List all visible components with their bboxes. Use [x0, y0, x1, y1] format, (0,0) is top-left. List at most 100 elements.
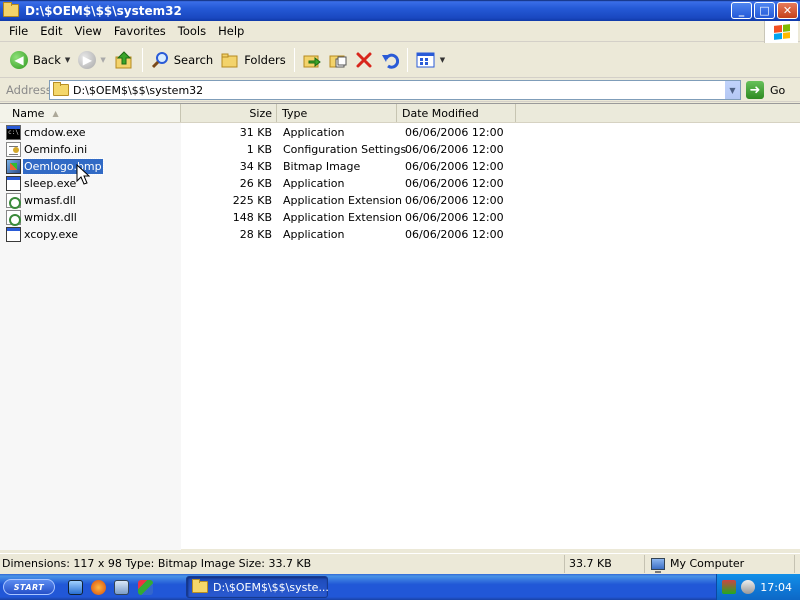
file-type: Bitmap Image: [283, 160, 361, 173]
forward-button[interactable]: ▶ ▼: [74, 46, 109, 74]
quicklaunch-app-icon[interactable]: [136, 578, 154, 596]
address-path[interactable]: D:\$OEM$\$$\system32: [73, 84, 203, 97]
maximize-button[interactable]: □: [754, 2, 775, 19]
address-label: Address: [6, 83, 52, 97]
status-details: Dimensions: 117 x 98 Type: Bitmap Image …: [0, 554, 565, 573]
tray-network-icon[interactable]: [722, 580, 736, 594]
file-list[interactable]: Name ▲ Size Type Date Modified cmdow.exe…: [0, 103, 800, 550]
column-header-name[interactable]: Name ▲: [0, 104, 181, 122]
copy-to-button[interactable]: [325, 46, 351, 74]
file-name-cell[interactable]: wmidx.dll: [0, 210, 181, 226]
dll-extension-icon: [6, 193, 21, 209]
column-type-label: Type: [282, 106, 308, 120]
column-header-date[interactable]: Date Modified: [397, 104, 516, 122]
tray-volume-icon[interactable]: [741, 580, 755, 594]
column-date-label: Date Modified: [402, 106, 479, 120]
file-name[interactable]: Oemlogo.bmp: [22, 158, 104, 175]
file-name[interactable]: sleep.exe: [23, 176, 77, 191]
folder-icon: [53, 82, 69, 96]
column-header-size[interactable]: Size: [181, 104, 277, 122]
address-bar: Address D:\$OEM$\$$\system32 ▼ ➜ Go: [0, 79, 800, 102]
file-name[interactable]: xcopy.exe: [23, 227, 79, 242]
windows-logo: [764, 21, 798, 43]
settings-file-icon: [6, 142, 21, 157]
toolbar-separator: [141, 48, 143, 72]
folders-icon: [221, 53, 238, 68]
menu-file[interactable]: File: [3, 22, 34, 40]
taskbar: START D:\$OEM$\$$\syste... 17:04: [0, 574, 800, 600]
file-date: 06/06/2006 12:00: [405, 194, 504, 207]
file-type: Application Extension: [283, 194, 402, 207]
start-label: START: [3, 579, 55, 595]
file-name-cell[interactable]: xcopy.exe: [0, 227, 181, 242]
toolbar-separator: [293, 48, 295, 72]
quicklaunch-desktop-icon[interactable]: [66, 578, 84, 596]
file-name-cell[interactable]: wmasf.dll: [0, 193, 181, 209]
toolbar: ◀ Back ▼ ▶ ▼ Search Folders ▼: [0, 43, 800, 78]
file-row[interactable]: wmidx.dll 148 KB Application Extension 0…: [0, 209, 520, 226]
undo-button[interactable]: [377, 46, 403, 74]
address-input[interactable]: D:\$OEM$\$$\system32 ▼: [49, 80, 741, 100]
menu-help[interactable]: Help: [212, 22, 250, 40]
file-date: 06/06/2006 12:00: [405, 160, 504, 173]
file-name[interactable]: cmdow.exe: [23, 125, 86, 140]
menu-favorites[interactable]: Favorites: [108, 22, 172, 40]
delete-x-icon: [356, 52, 372, 68]
up-folder-button[interactable]: [110, 46, 138, 74]
move-to-button[interactable]: [299, 46, 325, 74]
back-button[interactable]: ◀ Back ▼: [6, 46, 74, 74]
column-header-type[interactable]: Type: [277, 104, 397, 122]
address-dropdown-button[interactable]: ▼: [724, 81, 740, 99]
file-name-cell[interactable]: Oeminfo.ini: [0, 142, 181, 157]
quicklaunch-browser-icon[interactable]: [112, 578, 130, 596]
file-size: 225 KB: [232, 194, 272, 207]
file-name-cell[interactable]: sleep.exe: [0, 176, 181, 191]
column-name-label: Name: [12, 106, 45, 120]
views-dropdown-icon[interactable]: ▼: [440, 56, 445, 64]
file-type: Configuration Settings: [283, 143, 407, 156]
taskbar-window-label: D:\$OEM$\$$\syste...: [213, 580, 329, 594]
file-row[interactable]: Oeminfo.ini 1 KB Configuration Settings …: [0, 141, 520, 158]
folders-button[interactable]: Folders: [217, 46, 290, 74]
go-arrow-icon: ➜: [746, 81, 764, 99]
file-type: Application: [283, 126, 345, 139]
minimize-button[interactable]: _: [731, 2, 752, 19]
file-row[interactable]: wmasf.dll 225 KB Application Extension 0…: [0, 192, 520, 209]
delete-button[interactable]: [351, 46, 377, 74]
views-button[interactable]: ▼: [412, 46, 449, 74]
column-size-label: Size: [249, 106, 272, 120]
file-date: 06/06/2006 12:00: [405, 143, 504, 156]
close-button[interactable]: ✕: [777, 2, 798, 19]
file-date: 06/06/2006 12:00: [405, 211, 504, 224]
file-date: 06/06/2006 12:00: [405, 126, 504, 139]
taskbar-window-button[interactable]: D:\$OEM$\$$\syste...: [186, 576, 329, 598]
file-name[interactable]: wmasf.dll: [23, 193, 77, 208]
search-button[interactable]: Search: [147, 46, 218, 74]
file-name[interactable]: wmidx.dll: [23, 210, 78, 225]
menu-view[interactable]: View: [69, 22, 108, 40]
search-icon: [151, 52, 168, 69]
title-bar[interactable]: D:\$OEM$\$$\system32 _ □ ✕: [0, 0, 800, 21]
file-size: 28 KB: [239, 228, 272, 241]
file-name-cell[interactable]: cmdow.exe: [0, 125, 181, 140]
start-button[interactable]: START: [0, 574, 58, 600]
menu-edit[interactable]: Edit: [34, 22, 68, 40]
file-name-cell[interactable]: Oemlogo.bmp: [0, 158, 181, 175]
file-size: 26 KB: [239, 177, 272, 190]
back-dropdown-icon[interactable]: ▼: [65, 56, 70, 64]
file-type: Application: [283, 177, 345, 190]
file-date: 06/06/2006 12:00: [405, 228, 504, 241]
go-label: Go: [770, 83, 786, 97]
folder-icon: [3, 2, 19, 17]
menu-tools[interactable]: Tools: [172, 22, 212, 40]
forward-dropdown-icon[interactable]: ▼: [100, 56, 105, 64]
file-name[interactable]: Oeminfo.ini: [23, 142, 88, 157]
quicklaunch-firefox-icon[interactable]: [89, 578, 107, 596]
clock[interactable]: 17:04: [760, 581, 792, 594]
search-label: Search: [173, 53, 214, 67]
file-row[interactable]: xcopy.exe 28 KB Application 06/06/2006 1…: [0, 226, 520, 243]
window-title: D:\$OEM$\$$\system32: [25, 3, 182, 18]
status-zone: My Computer: [645, 554, 795, 573]
go-button[interactable]: ➜ Go: [746, 81, 785, 99]
file-row[interactable]: cmdow.exe 31 KB Application 06/06/2006 1…: [0, 124, 520, 141]
